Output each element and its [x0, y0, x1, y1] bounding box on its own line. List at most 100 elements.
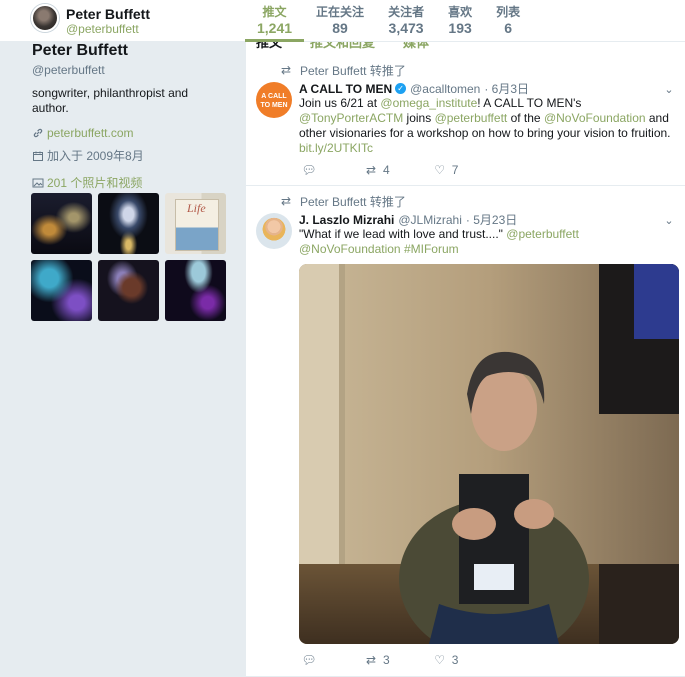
stat-value: 193: [448, 20, 472, 36]
stat-value: 89: [332, 20, 348, 36]
tweet-actions: 💬︎ ⇄ 4 ♡ 7: [301, 163, 500, 177]
tab-media[interactable]: 媒体: [403, 42, 429, 51]
photo-image: [299, 264, 679, 644]
stat-lists[interactable]: 列表 6: [484, 0, 532, 42]
tweet-text: "What if we lead with love and trust....…: [299, 227, 679, 257]
stat-likes[interactable]: 喜欢 193: [436, 0, 484, 42]
stat-label: 列表: [496, 5, 521, 19]
chevron-down-icon[interactable]: ⌄: [662, 83, 676, 97]
book-title: Life: [187, 201, 206, 215]
tweet-text-part: "What if we lead with love and trust....…: [299, 227, 507, 241]
mention-link[interactable]: @peterbuffett: [506, 227, 579, 241]
tweet-photo[interactable]: [299, 264, 679, 644]
retweet-button[interactable]: ⇄ 4: [363, 163, 390, 177]
avatar[interactable]: [256, 213, 292, 249]
profile-bio: songwriter, philanthropist and author.: [32, 86, 189, 115]
retweet-icon: ⇄: [365, 653, 377, 667]
stat-tweets[interactable]: 推文 1,241: [245, 0, 305, 42]
profile-header-bar: Peter Buffett @peterbuffett 推文 1,241 正在关…: [0, 0, 685, 42]
mention-link[interactable]: @TonyPorterACTM: [299, 111, 403, 125]
reply-icon: 💬︎: [301, 653, 317, 667]
tweet-date[interactable]: · 5月23日: [466, 211, 517, 228]
tweet-text-part: Join us 6/21 at: [299, 96, 381, 110]
media-thumbnail[interactable]: [165, 260, 226, 321]
timeline-tabs: 推文 推文和回复 媒体: [256, 42, 457, 51]
stat-value: 1,241: [257, 20, 293, 36]
tweet[interactable]: ⇄ Peter Buffett 转推了 A CALL TO MEN A CALL…: [246, 56, 685, 186]
tweet-author[interactable]: A CALL TO MEN: [299, 82, 392, 96]
reply-button[interactable]: 💬︎: [301, 653, 321, 667]
stat-label: 关注者: [388, 5, 425, 19]
retweet-context[interactable]: Peter Buffett 转推了: [300, 193, 406, 210]
media-thumbnail[interactable]: [98, 193, 159, 254]
tweet-handle[interactable]: @acalltomen: [410, 82, 480, 96]
profile-website-row[interactable]: peterbuffett.com: [32, 126, 134, 140]
tweet-text-part: ! A CALL TO MEN's: [477, 96, 582, 110]
profile-handle: @peterbuffett: [32, 63, 105, 77]
avatar[interactable]: A CALL TO MEN: [256, 82, 292, 118]
stat-value: 6: [504, 20, 512, 36]
hashtag-link[interactable]: #MIForum: [404, 242, 459, 256]
media-thumbnail[interactable]: [31, 193, 92, 254]
tweet-handle[interactable]: @JLMizrahi: [398, 213, 462, 227]
tab-tweets-replies[interactable]: 推文和回复: [310, 42, 375, 51]
tweet-text: Join us 6/21 at @omega_institute! A CALL…: [299, 96, 679, 156]
stat-label: 正在关注: [316, 5, 365, 19]
url-link[interactable]: bit.ly/2UTKITc: [299, 141, 373, 155]
chevron-down-icon[interactable]: ⌄: [662, 214, 676, 228]
tweet-text-part: joins: [403, 111, 435, 125]
like-button[interactable]: ♡ 7: [432, 163, 459, 177]
stat-following[interactable]: 正在关注 89: [304, 0, 376, 42]
stat-value: 3,473: [388, 20, 424, 36]
retweet-button[interactable]: ⇄ 3: [363, 653, 390, 667]
profile-joined: 加入于 2009年8月: [47, 149, 144, 163]
retweet-icon: ⇄: [281, 194, 292, 208]
tweet-timeline: 推文 推文和回复 媒体 ⇄ Peter Buffett 转推了 A CALL T…: [245, 42, 685, 677]
retweet-icon: ⇄: [281, 63, 292, 77]
tweet-header: A CALL TO MEN ✓ @acalltomen · 6月3日: [299, 80, 529, 97]
profile-stats: 推文 1,241 正在关注 89 关注者 3,473 喜欢 193 列表 6: [245, 0, 532, 42]
tweet[interactable]: ⇄ Peter Buffett 转推了 J. Laszlo Mizrahi @J…: [246, 187, 685, 677]
link-icon: [33, 128, 43, 138]
photo-icon: [32, 178, 44, 187]
stat-label: 推文: [262, 5, 287, 19]
retweet-context[interactable]: Peter Buffett 转推了: [300, 62, 406, 79]
reply-button[interactable]: 💬︎: [301, 163, 321, 177]
tweet-date[interactable]: · 6月3日: [484, 80, 529, 97]
mention-link[interactable]: @omega_institute: [380, 96, 477, 110]
tab-tweets[interactable]: 推文: [256, 42, 282, 51]
avatar[interactable]: [31, 4, 59, 32]
tweet-header: J. Laszlo Mizrahi @JLMizrahi · 5月23日: [299, 211, 517, 228]
media-thumbnail[interactable]: [98, 260, 159, 321]
stat-followers[interactable]: 关注者 3,473: [376, 0, 436, 42]
media-link-row[interactable]: 201 个照片和视频: [32, 174, 142, 191]
retweet-count: 4: [383, 163, 390, 177]
profile-website[interactable]: peterbuffett.com: [47, 126, 134, 140]
media-thumbnail[interactable]: Life: [165, 193, 226, 254]
tweet-author[interactable]: J. Laszlo Mizrahi: [299, 213, 394, 227]
mention-link[interactable]: @peterbuffett: [435, 111, 508, 125]
profile-name[interactable]: Peter Buffett: [32, 42, 128, 60]
tweet-actions: 💬︎ ⇄ 3 ♡ 3: [301, 653, 500, 667]
reply-icon: 💬︎: [301, 163, 317, 177]
profile-joined-row: 加入于 2009年8月: [32, 147, 144, 164]
retweet-count: 3: [383, 653, 390, 667]
tweet-text-part: of the: [507, 111, 544, 125]
like-button[interactable]: ♡ 3: [432, 653, 459, 667]
profile-card: Peter Buffett @peterbuffett songwriter, …: [0, 42, 245, 677]
header-name[interactable]: Peter Buffett: [66, 6, 150, 22]
media-grid: Life: [31, 193, 226, 321]
mention-link[interactable]: @NoVoFoundation: [544, 111, 646, 125]
retweet-icon: ⇄: [365, 163, 377, 177]
calendar-icon: [33, 151, 43, 161]
header-handle[interactable]: @peterbuffett: [66, 22, 139, 36]
stat-label: 喜欢: [448, 5, 473, 19]
like-icon: ♡: [434, 653, 446, 667]
media-thumbnail[interactable]: [31, 260, 92, 321]
mention-link[interactable]: @NoVoFoundation: [299, 242, 401, 256]
verified-icon: ✓: [395, 83, 407, 94]
like-icon: ♡: [434, 163, 446, 177]
like-count: 3: [451, 653, 459, 667]
media-link[interactable]: 201 个照片和视频: [47, 174, 142, 191]
like-count: 7: [451, 163, 459, 177]
